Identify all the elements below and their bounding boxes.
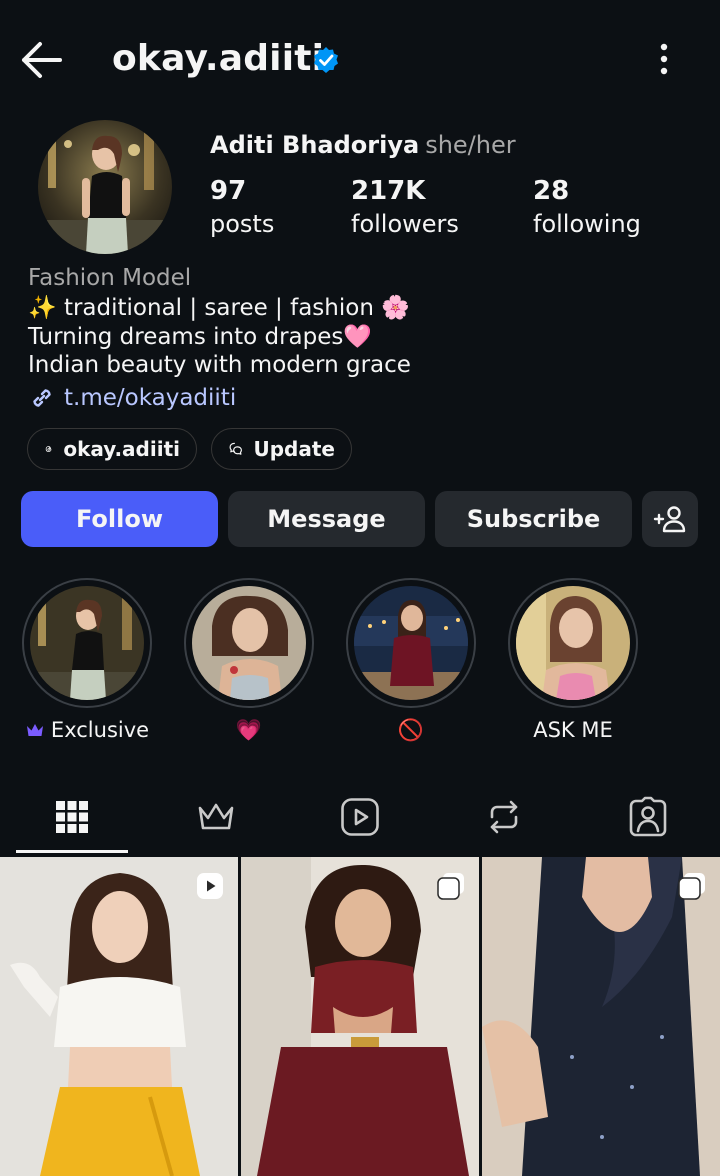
highlight-label: ASK ME xyxy=(533,718,613,742)
followers-count: 217K xyxy=(351,176,426,206)
crown-icon xyxy=(26,724,43,736)
carousel-badge-icon xyxy=(437,873,464,900)
pronouns: she/her xyxy=(425,131,516,159)
posts-grid xyxy=(0,857,720,1176)
highlight-ring xyxy=(22,578,152,708)
threads-chip-label: okay.adiiti xyxy=(63,437,180,461)
following-stat[interactable]: 28 following xyxy=(533,174,641,240)
bio-line: Indian beauty with modern grace xyxy=(28,352,411,378)
highlight-heart[interactable]: 💗 xyxy=(182,578,316,744)
highlight-label: 💗 xyxy=(235,718,263,742)
bio-line: ✨ traditional | saree | fashion 🌸 xyxy=(28,295,410,321)
tab-subscriptions[interactable] xyxy=(144,780,288,854)
tab-reposts[interactable] xyxy=(432,780,576,854)
chat-bubbles-icon xyxy=(229,442,242,455)
arrow-left-icon xyxy=(22,42,62,78)
message-button[interactable]: Message xyxy=(228,491,425,547)
followers-stat[interactable]: 217K followers xyxy=(351,174,459,240)
post-thumbnail[interactable] xyxy=(482,857,720,1176)
verified-badge-icon xyxy=(314,47,338,73)
highlight-label-text: Exclusive xyxy=(50,718,150,742)
profile-avatar[interactable] xyxy=(38,120,172,254)
highlight-label: Exclusive xyxy=(20,716,154,744)
highlight-exclusive[interactable]: Exclusive xyxy=(20,578,154,744)
profile-username: okay.adiiti xyxy=(112,38,325,79)
highlight-cover xyxy=(354,586,468,700)
full-name-text: Aditi Bhadoriya xyxy=(210,131,420,159)
threads-chip[interactable]: okay.adiiti xyxy=(27,428,197,470)
post-thumbnail[interactable] xyxy=(241,857,479,1176)
carousel-badge-icon xyxy=(678,873,705,900)
highlight-ring xyxy=(508,578,638,708)
reels-icon xyxy=(341,798,379,836)
update-chip[interactable]: Update xyxy=(211,428,352,470)
profile-bio: ✨ traditional | saree | fashion 🌸 Turnin… xyxy=(28,294,411,380)
grid-icon xyxy=(56,801,88,833)
more-options-button[interactable] xyxy=(646,40,682,80)
add-person-icon xyxy=(653,506,686,533)
following-label: following xyxy=(533,210,641,238)
repost-icon xyxy=(490,800,518,834)
bio-line: Turning dreams into drapes🩷 xyxy=(28,323,373,350)
link-icon xyxy=(33,389,51,407)
profile-tabs xyxy=(0,780,720,854)
highlight-label: 🚫 xyxy=(397,718,425,742)
highlight-cover xyxy=(516,586,630,700)
tab-grid[interactable] xyxy=(0,780,144,854)
tab-tagged[interactable] xyxy=(576,780,720,854)
reel-badge-icon xyxy=(197,873,223,899)
more-vertical-icon xyxy=(660,43,668,75)
highlight-no[interactable]: 🚫 xyxy=(344,578,478,744)
crown-icon xyxy=(198,803,234,830)
following-count: 28 xyxy=(533,176,570,206)
highlight-ring xyxy=(184,578,314,708)
highlight-ask-me[interactable]: ASK ME xyxy=(506,578,640,744)
threads-icon xyxy=(45,446,52,452)
profile-category: Fashion Model xyxy=(28,265,192,291)
tagged-icon xyxy=(629,796,667,837)
top-bar: okay.adiiti xyxy=(0,0,720,120)
tab-reels[interactable] xyxy=(288,780,432,854)
update-chip-label: Update xyxy=(253,437,336,461)
suggested-people-button[interactable] xyxy=(642,491,698,547)
followers-label: followers xyxy=(351,210,459,238)
posts-label: posts xyxy=(210,210,275,238)
posts-count: 97 xyxy=(210,176,247,206)
post-thumbnail[interactable] xyxy=(0,857,238,1176)
active-tab-indicator xyxy=(16,850,128,853)
back-button[interactable] xyxy=(18,38,66,82)
bio-link[interactable]: t.me/okayadiiti xyxy=(28,382,236,414)
bio-link-text: t.me/okayadiiti xyxy=(64,385,237,411)
highlight-cover xyxy=(192,586,306,700)
follow-button[interactable]: Follow xyxy=(21,491,218,547)
profile-full-name: Aditi Bhadoriya she/her xyxy=(210,128,516,162)
highlight-ring xyxy=(346,578,476,708)
posts-stat[interactable]: 97 posts xyxy=(210,174,274,240)
subscribe-button[interactable]: Subscribe xyxy=(435,491,632,547)
highlight-cover xyxy=(30,586,144,700)
